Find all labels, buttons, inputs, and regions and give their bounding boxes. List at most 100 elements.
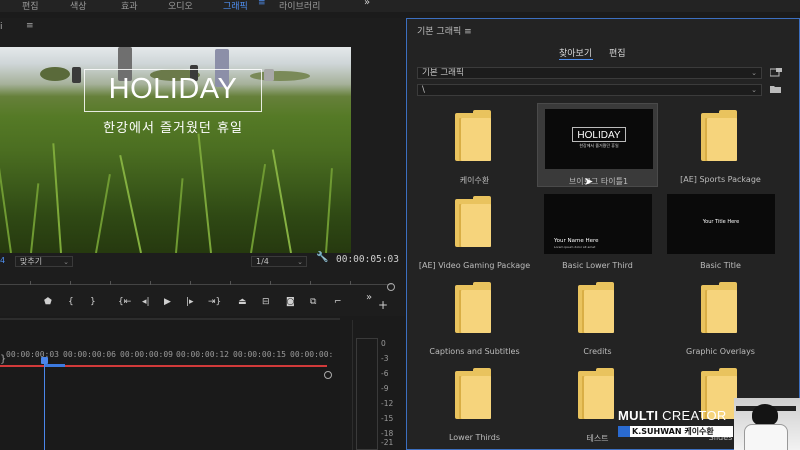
workspace-tab-color[interactable]: 색상 bbox=[70, 0, 87, 12]
graphic-item-label: Basic Lower Third bbox=[562, 261, 633, 270]
creator-photo bbox=[734, 398, 800, 450]
graphic-item-label: 브이로그 타이틀1 bbox=[568, 177, 629, 186]
workspace-bar: 편집 색상 효과 오디오 그래픽 ≡ 라이브러리 » bbox=[0, 0, 800, 12]
go-to-out-icon[interactable]: ⇥} bbox=[208, 297, 221, 307]
graphic-item-folder[interactable]: Lower Thirds bbox=[414, 361, 535, 445]
button-editor-icon[interactable]: + bbox=[378, 298, 388, 312]
audio-meter-bar bbox=[356, 338, 378, 450]
graphic-item-mogrt[interactable]: Your Title Here Basic Title bbox=[660, 189, 781, 273]
play-icon[interactable]: ▶ bbox=[164, 297, 171, 307]
watermark-subtitle: K.SUHWAN 케이수환 bbox=[632, 427, 714, 436]
timeline-zoom-handle[interactable] bbox=[324, 371, 332, 379]
graphic-item-label: Captions and Subtitles bbox=[429, 347, 520, 356]
timeline-ruler[interactable]: 00:00:00:03 00:00:00:06 00:00:00:09 00:0… bbox=[0, 350, 334, 364]
ruler-label: 00:00:00:03 bbox=[6, 350, 59, 359]
meter-label: -18 bbox=[381, 429, 394, 438]
graphic-item-folder[interactable]: Captions and Subtitles bbox=[414, 275, 535, 359]
graphic-item-folder[interactable]: Credits bbox=[537, 275, 658, 359]
graphic-item-label: Credits bbox=[583, 347, 612, 356]
ruler-label: 00:00:00:06 bbox=[63, 350, 116, 359]
watermark-subtitle-bar: K.SUHWAN 케이수환 bbox=[618, 426, 733, 437]
chevron-down-icon: ⌄ bbox=[63, 258, 69, 266]
search-field[interactable]: \ ⌄ bbox=[417, 84, 762, 96]
graphic-item-label: Lower Thirds bbox=[448, 433, 501, 442]
video-title-text: HOLIDAY bbox=[108, 73, 238, 105]
go-to-in-icon[interactable]: {⇤ bbox=[118, 297, 131, 307]
workspace-tab-graphics[interactable]: 그래픽 bbox=[223, 0, 248, 12]
tab-browse[interactable]: 찾아보기 bbox=[559, 46, 592, 59]
transport-overflow-icon[interactable]: » bbox=[366, 292, 372, 303]
timecode-display[interactable]: 00:00:05:03 bbox=[336, 254, 399, 265]
workspace-menu-icon[interactable]: ≡ bbox=[258, 0, 266, 8]
mogrt-thumbnail: Your Name Here Lorem ipsum dolor sit ame… bbox=[544, 194, 652, 254]
meter-label: -12 bbox=[381, 399, 394, 408]
fit-dropdown[interactable]: 맞추기 ⌄ bbox=[15, 256, 73, 267]
panel-menu-icon[interactable]: ≡ bbox=[26, 21, 34, 31]
playhead-handle[interactable] bbox=[41, 357, 48, 364]
selection-range[interactable] bbox=[45, 364, 65, 367]
playhead-line[interactable] bbox=[44, 362, 45, 450]
watermark-title: MULTI CREATOR bbox=[618, 408, 727, 423]
folder-icon bbox=[701, 110, 737, 161]
tab-edit[interactable]: 편집 bbox=[609, 46, 626, 59]
lift-icon[interactable]: ⏏ bbox=[238, 297, 247, 307]
panel-title: 기본 그래픽 ≡ bbox=[417, 27, 472, 37]
resolution-dropdown-value: 1/4 bbox=[256, 257, 269, 266]
graphic-item-folder[interactable]: 케이수환 bbox=[414, 103, 535, 187]
toggle-proxies-icon[interactable]: ⌐ bbox=[334, 297, 342, 307]
ruler-label: 00:00:00: bbox=[290, 350, 334, 359]
wrench-icon[interactable]: 🔧 bbox=[316, 252, 328, 263]
meter-label: -3 bbox=[381, 354, 389, 363]
comparison-view-icon[interactable]: ⧉ bbox=[310, 297, 316, 307]
workspace-tab-audio[interactable]: 오디오 bbox=[168, 0, 193, 12]
meter-label: -6 bbox=[381, 369, 389, 378]
workspace-tab-libraries[interactable]: 라이브러리 bbox=[279, 0, 320, 12]
in-point-icon[interactable]: { bbox=[68, 297, 74, 307]
folder-icon bbox=[455, 282, 491, 333]
graphic-item-folder[interactable]: [AE] Sports Package bbox=[660, 103, 781, 187]
meter-label: -9 bbox=[381, 384, 389, 393]
chevron-down-icon: ⌄ bbox=[751, 69, 757, 77]
panel-menu-icon[interactable]: ≡ bbox=[464, 27, 472, 37]
folder-icon bbox=[578, 282, 614, 333]
thumb-title-text: HOLIDAY bbox=[577, 130, 621, 141]
audio-meter: 0 -3 -6 -9 -12 -15 -18 -21 bbox=[352, 320, 396, 450]
meter-label: 0 bbox=[381, 339, 386, 348]
graphic-item-mogrt[interactable]: HOLIDAY 한강에서 즐거웠던 휴일 브이로그 타이틀1 bbox=[537, 103, 658, 187]
mogrt-thumbnail: HOLIDAY 한강에서 즐거웠던 휴일 bbox=[545, 109, 653, 169]
panel-tab-edge[interactable]: i bbox=[0, 22, 3, 32]
graphic-item-folder[interactable]: [AE] Video Gaming Package bbox=[414, 189, 535, 273]
graphic-item-mogrt[interactable]: Your Name Here Lorem ipsum dolor sit ame… bbox=[537, 189, 658, 273]
resolution-dropdown[interactable]: 1/4 ⌄ bbox=[251, 256, 307, 267]
folder-select[interactable]: 기본 그래픽 ⌄ bbox=[417, 67, 762, 79]
out-point-icon[interactable]: } bbox=[90, 297, 96, 307]
timeline-panel[interactable]: 00:00:00:03 00:00:00:06 00:00:00:09 00:0… bbox=[0, 318, 340, 450]
graphic-item-label: Graphic Overlays bbox=[686, 347, 755, 356]
workspace-tab-effects[interactable]: 효과 bbox=[121, 0, 138, 12]
step-back-icon[interactable]: ◂| bbox=[142, 297, 150, 307]
folder-icon bbox=[455, 368, 491, 419]
meter-label: -15 bbox=[381, 414, 394, 423]
thumb-sub-text: 한강에서 즐거웠던 휴일 bbox=[579, 143, 619, 148]
step-forward-icon[interactable]: |▸ bbox=[186, 297, 194, 307]
search-field-value: \ bbox=[422, 85, 425, 95]
scrub-end-handle[interactable] bbox=[387, 283, 395, 291]
graphic-item-label: [AE] Video Gaming Package bbox=[418, 261, 531, 270]
folder-tools-icon[interactable] bbox=[770, 68, 782, 77]
folder-icon[interactable] bbox=[770, 85, 782, 94]
ruler-label: 00:00:00:12 bbox=[176, 350, 229, 359]
fit-dropdown-value: 맞추기 bbox=[20, 257, 43, 266]
folder-select-value: 기본 그래픽 bbox=[422, 68, 464, 78]
channel-watermark: MULTI CREATOR K.SUHWAN 케이수환 bbox=[612, 398, 800, 450]
marker-icon[interactable]: ⬟ bbox=[44, 297, 52, 307]
workspace-tab-edit[interactable]: 편집 bbox=[22, 0, 39, 12]
graphic-item-folder[interactable]: Graphic Overlays bbox=[660, 275, 781, 359]
video-subtitle-text: 한강에서 즐거웠던 휴일 bbox=[103, 121, 243, 136]
monitor-scrub-bar[interactable] bbox=[0, 281, 392, 288]
graphic-item-label: 케이수환 bbox=[459, 176, 490, 185]
extract-icon[interactable]: ⊟ bbox=[262, 297, 270, 307]
meter-label: -21 bbox=[381, 438, 394, 447]
export-frame-icon[interactable]: ◙ bbox=[286, 297, 295, 307]
workspace-overflow-icon[interactable]: » bbox=[364, 0, 370, 8]
panel-tabs: 찾아보기 편집 bbox=[557, 46, 657, 60]
